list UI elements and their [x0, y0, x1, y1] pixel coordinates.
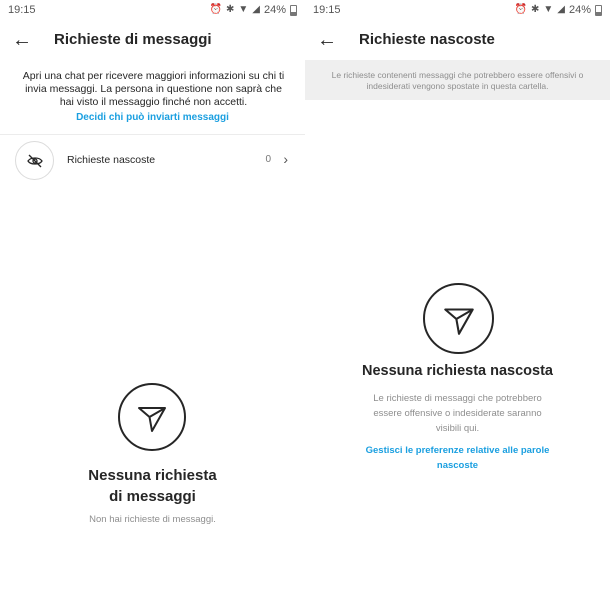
paper-plane-icon — [118, 383, 186, 451]
page-title: Richieste di messaggi — [54, 31, 212, 48]
hidden-requests-count: 0 — [265, 154, 271, 165]
divider — [0, 134, 305, 135]
message-controls-link[interactable]: Decidi chi può inviarti messaggi — [0, 112, 305, 123]
hidden-requests-label: Richieste nascoste — [67, 154, 156, 166]
bluetooth-icon: ✱ — [530, 4, 540, 15]
battery-icon — [290, 4, 297, 16]
empty-state-subtitle: Non hai richieste di messaggi. — [89, 514, 216, 525]
alarm-icon: ⏰ — [209, 4, 222, 15]
eye-off-icon — [15, 141, 54, 180]
bluetooth-icon: ✱ — [225, 4, 235, 15]
hidden-words-settings-link[interactable]: Gestisci le preferenze relative alle par… — [355, 443, 560, 473]
status-icons: ⏰ ✱ ▼ ◢ 24% — [210, 4, 297, 16]
info-banner: Le richieste contenenti messaggi che pot… — [305, 60, 610, 100]
empty-state-title: Nessuna richiesta nascosta — [361, 363, 553, 379]
info-text: Apri una chat per ricevere maggiori info… — [22, 70, 285, 108]
wifi-icon: ▼ — [238, 4, 249, 15]
chevron-right-icon: › — [283, 151, 288, 167]
empty-state-subtitle: Le richieste di messaggi che potrebbero … — [373, 393, 542, 434]
battery-icon — [595, 4, 602, 16]
status-time: 19:15 — [313, 4, 341, 16]
empty-state-title: Nessuna richiesta di messaggi — [0, 465, 305, 507]
message-requests-screen: 19:15 ⏰ ✱ ▼ ◢ 24% ← Richieste di messagg… — [0, 0, 305, 610]
page-title: Richieste nascoste — [359, 31, 495, 48]
wifi-icon: ▼ — [543, 4, 554, 15]
signal-icon: ◢ — [557, 4, 565, 15]
hidden-requests-row[interactable]: Richieste nascoste 0 › — [0, 140, 305, 180]
battery-level: 24% — [568, 4, 591, 16]
hidden-requests-screen: 19:15 ⏰ ✱ ▼ ◢ 24% ← Richieste nascoste L… — [305, 0, 610, 610]
back-arrow-icon[interactable]: ← — [317, 30, 337, 50]
header: ← Richieste di messaggi — [0, 28, 305, 54]
back-arrow-icon[interactable]: ← — [12, 30, 32, 50]
status-bar: 19:15 ⏰ ✱ ▼ ◢ 24% — [0, 0, 305, 20]
empty-title-line1: Nessuna richiesta — [88, 467, 217, 484]
battery-level: 24% — [263, 4, 286, 16]
header: ← Richieste nascoste — [305, 28, 610, 54]
status-bar: 19:15 ⏰ ✱ ▼ ◢ 24% — [305, 0, 610, 20]
alarm-icon: ⏰ — [514, 4, 527, 15]
paper-plane-icon — [423, 283, 494, 354]
empty-title-line2: di messaggi — [109, 488, 196, 505]
signal-icon: ◢ — [252, 4, 260, 15]
status-icons: ⏰ ✱ ▼ ◢ 24% — [515, 4, 602, 16]
status-time: 19:15 — [8, 4, 36, 16]
